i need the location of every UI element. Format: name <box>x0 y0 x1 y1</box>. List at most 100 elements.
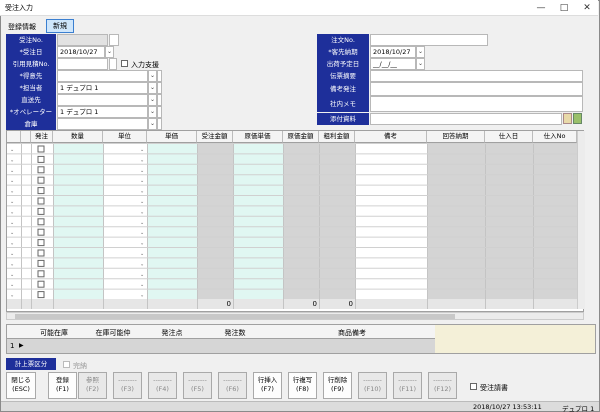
ship-dropdown[interactable]: ⌄ <box>148 94 157 106</box>
memo-field[interactable] <box>370 96 583 112</box>
staff-aux[interactable] <box>157 82 162 94</box>
function-key-7[interactable]: 行挿入 (F7) <box>253 372 282 399</box>
order-no-field[interactable] <box>57 34 108 46</box>
due-dropdown[interactable]: ⌄ <box>416 46 425 58</box>
staff-dropdown[interactable]: ⌄ <box>148 82 157 94</box>
row-order-checkbox[interactable] <box>37 228 45 236</box>
row-order-checkbox[interactable] <box>37 166 45 174</box>
row-order-checkbox[interactable] <box>37 249 45 257</box>
minimize-icon[interactable]: — <box>534 1 548 15</box>
unit-dropdown-icon[interactable]: ⌄ <box>140 209 144 215</box>
row-dropdown-icon[interactable]: ⌄ <box>10 168 14 174</box>
function-key-6[interactable]: -------- (F6) <box>218 372 247 399</box>
row-order-checkbox[interactable] <box>37 145 45 153</box>
row-order-checkbox[interactable] <box>37 218 45 226</box>
customer-field[interactable] <box>57 70 148 82</box>
row-dropdown-icon[interactable]: ⌄ <box>10 251 14 257</box>
attach-open-icon[interactable] <box>573 113 582 124</box>
row-order-checkbox[interactable] <box>37 207 45 215</box>
row-order-checkbox[interactable] <box>37 176 45 184</box>
warehouse-aux[interactable] <box>157 118 162 130</box>
unit-dropdown-icon[interactable]: ⌄ <box>140 189 144 195</box>
row-dropdown-icon[interactable]: ⌄ <box>10 241 14 247</box>
function-key-4[interactable]: -------- (F4) <box>148 372 177 399</box>
vertical-scrollbar[interactable] <box>577 131 585 309</box>
unit-dropdown-icon[interactable]: ⌄ <box>140 230 144 236</box>
function-key-1[interactable]: 登録 (F1) <box>48 372 77 399</box>
function-key-11[interactable]: -------- (F11) <box>393 372 422 399</box>
row-order-checkbox[interactable] <box>37 291 45 299</box>
function-key-0[interactable]: 閉じる (ESC) <box>6 372 36 399</box>
operator-aux[interactable] <box>157 106 162 118</box>
note-field[interactable] <box>370 82 583 96</box>
row-order-checkbox[interactable] <box>37 280 45 288</box>
po-field[interactable] <box>370 34 488 46</box>
row-dropdown-icon[interactable]: ⌄ <box>10 261 14 267</box>
quote-field[interactable] <box>57 58 108 70</box>
row-dropdown-icon[interactable]: ⌄ <box>10 157 14 163</box>
unit-dropdown-icon[interactable]: ⌄ <box>140 199 144 205</box>
function-key-10[interactable]: -------- (F10) <box>358 372 387 399</box>
row-dropdown-icon[interactable]: ⌄ <box>10 147 14 153</box>
input-support-checkbox[interactable] <box>121 60 128 67</box>
unit-dropdown-icon[interactable]: ⌄ <box>140 261 144 267</box>
row-dropdown-icon[interactable]: ⌄ <box>10 199 14 205</box>
row-dropdown-icon[interactable]: ⌄ <box>10 282 14 288</box>
mode-badge[interactable]: 新規 <box>46 19 74 33</box>
row-dropdown-icon[interactable]: ⌄ <box>10 178 14 184</box>
maximize-icon[interactable]: □ <box>557 1 571 15</box>
unit-dropdown-icon[interactable]: ⌄ <box>140 293 144 299</box>
row-order-checkbox[interactable] <box>37 259 45 267</box>
shipdate-field[interactable]: __/__/__ <box>370 58 416 70</box>
function-key-2[interactable]: 参照 (F2) <box>78 372 107 399</box>
function-key-12[interactable]: -------- (F12) <box>428 372 457 399</box>
unit-dropdown-icon[interactable]: ⌄ <box>140 272 144 278</box>
row-order-checkbox[interactable] <box>37 270 45 278</box>
order-no-aux[interactable] <box>109 34 119 46</box>
unit-dropdown-icon[interactable]: ⌄ <box>140 157 144 163</box>
unit-dropdown-icon[interactable]: ⌄ <box>140 220 144 226</box>
unit-dropdown-icon[interactable]: ⌄ <box>140 147 144 153</box>
slip-field[interactable] <box>370 70 583 82</box>
row-order-checkbox[interactable] <box>37 155 45 163</box>
attach-folder-icon[interactable] <box>563 113 572 124</box>
complete-checkbox[interactable] <box>63 361 70 368</box>
row-order-checkbox[interactable] <box>37 197 45 205</box>
unit-dropdown-icon[interactable]: ⌄ <box>140 168 144 174</box>
order-date-dropdown[interactable]: ⌄ <box>105 46 114 58</box>
tab-info[interactable]: 登録情報 <box>8 22 36 32</box>
customer-aux[interactable] <box>157 70 162 82</box>
ship-aux[interactable] <box>157 94 162 106</box>
horizontal-scrollbar[interactable] <box>6 312 584 320</box>
operator-field[interactable]: 1 デュプロ 1 <box>57 106 148 118</box>
attach-field[interactable] <box>370 113 562 125</box>
customer-dropdown[interactable]: ⌄ <box>148 70 157 82</box>
function-key-5[interactable]: -------- (F5) <box>183 372 212 399</box>
unit-dropdown-icon[interactable]: ⌄ <box>140 241 144 247</box>
operator-dropdown[interactable]: ⌄ <box>148 106 157 118</box>
row-dropdown-icon[interactable]: ⌄ <box>10 293 14 299</box>
staff-field[interactable]: 1 デュプロ 1 <box>57 82 148 94</box>
horizontal-scrollbar-thumb[interactable] <box>15 314 455 319</box>
warehouse-dropdown[interactable]: ⌄ <box>148 118 157 130</box>
close-icon[interactable]: ✕ <box>580 1 594 15</box>
unit-dropdown-icon[interactable]: ⌄ <box>140 178 144 184</box>
row-order-checkbox[interactable] <box>37 239 45 247</box>
due-field[interactable]: 2018/10/27 <box>370 46 416 58</box>
unit-dropdown-icon[interactable]: ⌄ <box>140 251 144 257</box>
unit-dropdown-icon[interactable]: ⌄ <box>140 282 144 288</box>
row-dropdown-icon[interactable]: ⌄ <box>10 230 14 236</box>
shipdate-dropdown[interactable]: ⌄ <box>416 58 425 70</box>
function-key-9[interactable]: 行削除 (F9) <box>323 372 352 399</box>
function-key-8[interactable]: 行複写 (F8) <box>288 372 317 399</box>
function-key-3[interactable]: -------- (F3) <box>113 372 142 399</box>
warehouse-field[interactable] <box>57 118 148 130</box>
ship-field[interactable] <box>57 94 148 106</box>
order-form-checkbox[interactable] <box>470 383 477 390</box>
quote-aux[interactable] <box>109 58 117 70</box>
row-dropdown-icon[interactable]: ⌄ <box>10 209 14 215</box>
order-date-field[interactable]: 2018/10/27 <box>57 46 105 58</box>
row-dropdown-icon[interactable]: ⌄ <box>10 220 14 226</box>
row-dropdown-icon[interactable]: ⌄ <box>10 189 14 195</box>
row-order-checkbox[interactable] <box>37 187 45 195</box>
